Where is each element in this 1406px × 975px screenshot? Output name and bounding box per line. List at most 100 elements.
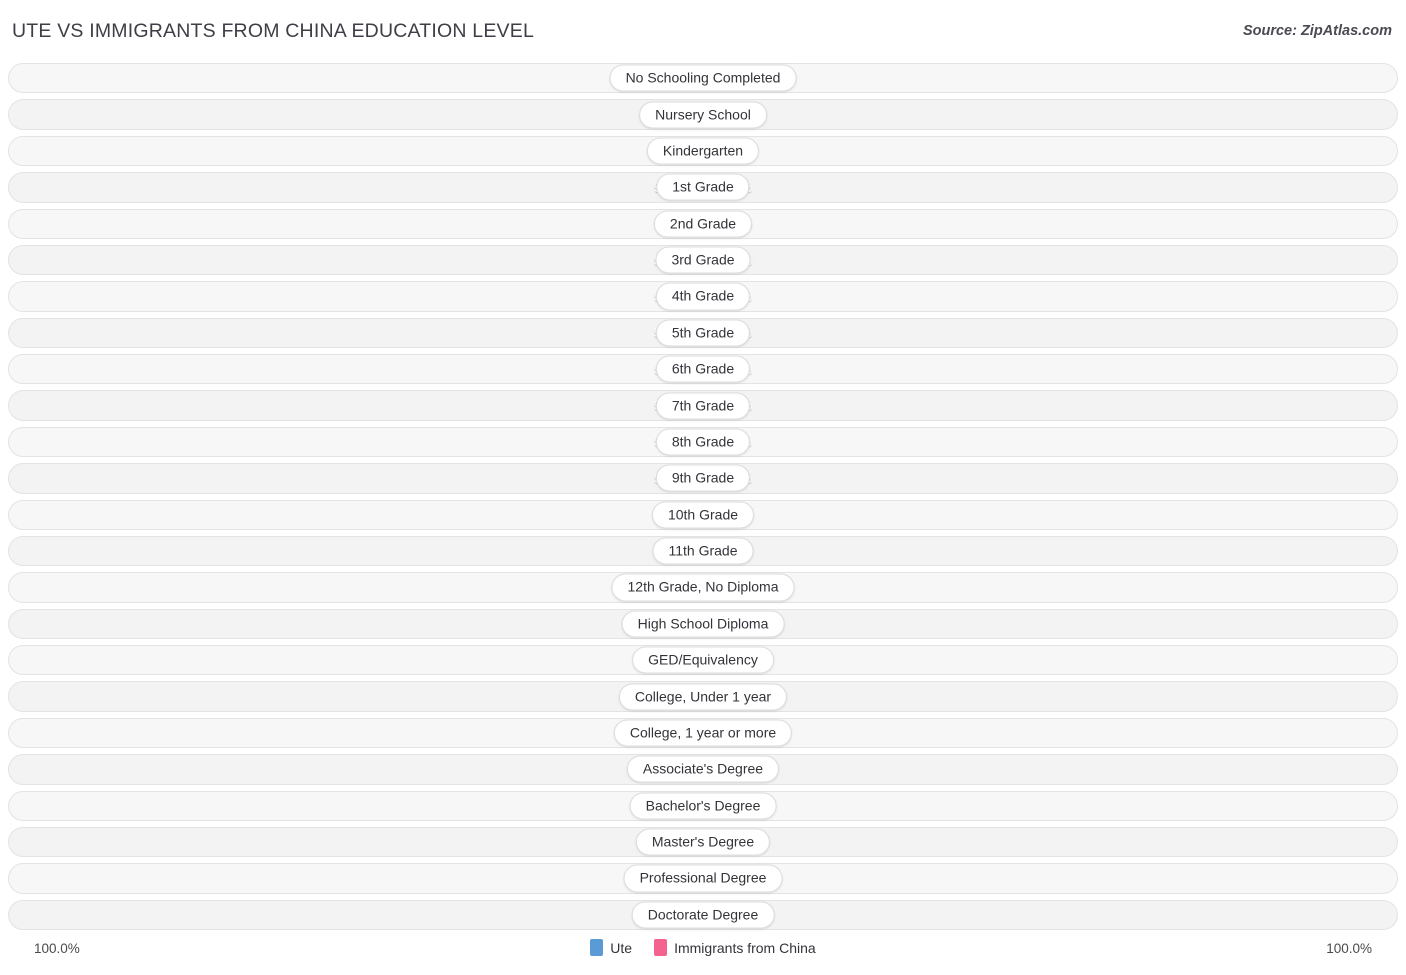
category-pill: Nursery School [639,101,767,129]
chart-row: 89.0%91.3%12th Grade, No Diploma [8,569,1398,605]
chart-footer: 100.0% Ute Immigrants from China 100.0% [8,935,1398,971]
category-pill: 5th Grade [655,319,751,347]
right-half: 66.4% [654,715,1398,751]
left-half: 93.4% [8,497,752,533]
legend-swatch [590,939,604,956]
left-half: 96.1% [8,387,752,423]
left-half: 98.1% [8,206,752,242]
chart-row: 38.6%55.5%Associate's Degree [8,751,1398,787]
left-half: 89.0% [8,569,752,605]
right-half: 95.3% [654,387,1398,423]
left-half: 95.8% [8,424,752,460]
page-title: UTE VS IMMIGRANTS FROM CHINA EDUCATION L… [12,20,534,42]
right-half: 94.3% [654,460,1398,496]
left-half: 38.6% [8,751,703,787]
left-half: 2.0% [8,897,703,933]
category-pill: 10th Grade [651,501,755,529]
right-half: 6.7% [703,860,1398,896]
left-half: 30.9% [8,788,703,824]
category-pill: GED/Equivalency [632,646,774,674]
category-pill: College, Under 1 year [618,683,788,711]
left-half: 2.3% [8,60,703,96]
right-half: 95.0% [654,424,1398,460]
category-pill: 8th Grade [655,428,751,456]
category-pill: Professional Degree [623,864,783,892]
chart-row: 98.0%97.2%3rd Grade [8,242,1398,278]
category-pill: Kindergarten [646,137,760,165]
right-half: 92.3% [654,533,1398,569]
chart-row: 4.0%6.7%Professional Degree [8,860,1398,896]
chart-row: 81.8%86.9%GED/Equivalency [8,642,1398,678]
chart-row: 97.4%96.8%5th Grade [8,315,1398,351]
left-half: 81.8% [8,642,752,678]
chart-row: 86.2%89.3%High School Diploma [8,606,1398,642]
category-pill: High School Diploma [621,610,785,638]
left-half: 60.2% [8,678,703,714]
chart-row: 97.1%96.4%6th Grade [8,351,1398,387]
left-half: 98.2% [8,133,752,169]
chart-row: 60.2%70.9%College, Under 1 year [8,678,1398,714]
right-half: 3.1% [703,897,1398,933]
right-half: 86.9% [654,642,1398,678]
left-half: 98.2% [8,96,752,132]
legend-label: Immigrants from China [674,939,816,956]
chart-row: 53.8%66.4%College, 1 year or more [8,715,1398,751]
chart-row: 30.9%48.4%Bachelor's Degree [8,788,1398,824]
category-pill: 4th Grade [655,282,751,310]
chart-row: 2.0%3.1%Doctorate Degree [8,897,1398,933]
axis-max-right: 100.0% [1326,941,1372,956]
right-half: 48.4% [703,788,1398,824]
source-label: Source: ZipAtlas.com [1242,23,1392,39]
right-half: 2.6% [703,60,1398,96]
left-half: 97.7% [8,278,752,314]
right-half: 96.8% [654,315,1398,351]
legend-swatch [654,939,668,956]
right-half: 97.3% [654,206,1398,242]
category-pill: Master's Degree [635,828,771,856]
chart-row: 93.4%93.2%10th Grade [8,497,1398,533]
category-pill: 3rd Grade [655,246,751,274]
right-half: 89.3% [654,606,1398,642]
right-half: 97.4% [654,169,1398,205]
left-half: 11.7% [8,824,703,860]
left-half: 97.4% [8,315,752,351]
category-pill: 11th Grade [652,537,754,565]
right-half: 97.5% [654,96,1398,132]
chart-row: 2.3%2.6%No Schooling Completed [8,60,1398,96]
category-pill: 12th Grade, No Diploma [611,573,795,601]
diverging-bar-chart: 2.3%2.6%No Schooling Completed98.2%97.5%… [8,60,1398,933]
legend-label: Ute [610,939,633,956]
legend-item: Immigrants from China [654,939,816,956]
right-half: 97.2% [654,242,1398,278]
legend-item: Ute [590,939,632,956]
chart-row: 11.7%21.2%Master's Degree [8,824,1398,860]
left-half: 91.1% [8,533,752,569]
left-half: 95.0% [8,460,752,496]
category-pill: Doctorate Degree [631,901,775,929]
category-pill: No Schooling Completed [609,64,797,92]
category-pill: 1st Grade [656,173,750,201]
chart-row: 98.2%97.5%Nursery School [8,96,1398,132]
chart-row: 96.1%95.3%7th Grade [8,387,1398,423]
right-half: 55.5% [703,751,1398,787]
left-half: 86.2% [8,606,752,642]
category-pill: 6th Grade [655,355,751,383]
right-half: 93.2% [654,497,1398,533]
left-half: 98.0% [8,242,752,278]
category-pill: Associate's Degree [626,755,780,783]
chart-rows: 2.3%2.6%No Schooling Completed98.2%97.5%… [8,60,1398,933]
left-half: 53.8% [8,715,703,751]
chart-row: 91.1%92.3%11th Grade [8,533,1398,569]
right-half: 91.3% [654,569,1398,605]
left-half: 98.2% [8,169,752,205]
chart-header: UTE VS IMMIGRANTS FROM CHINA EDUCATION L… [0,0,1406,58]
chart-row: 95.8%95.0%8th Grade [8,424,1398,460]
chart-legend: Ute Immigrants from China [8,939,1398,956]
right-half: 21.2% [703,824,1398,860]
left-half: 4.0% [8,860,703,896]
right-half: 96.4% [654,351,1398,387]
chart-row: 97.7%97.0%4th Grade [8,278,1398,314]
right-half: 70.9% [654,678,1398,714]
chart-row: 98.1%97.3%2nd Grade [8,206,1398,242]
category-pill: Bachelor's Degree [629,792,777,820]
